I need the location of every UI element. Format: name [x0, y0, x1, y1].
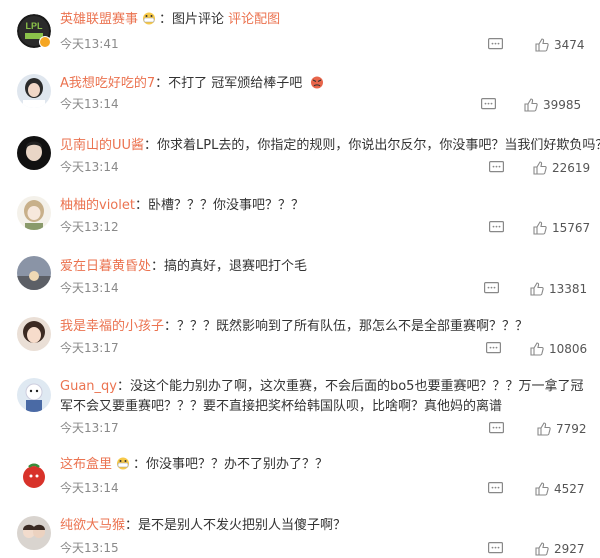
comment-time: 今天13:15	[60, 541, 119, 555]
like-count: 3474	[554, 38, 585, 52]
reply-icon[interactable]	[489, 422, 504, 435]
like-button[interactable]: 7792	[537, 421, 587, 437]
mask-emoji-badge-icon	[115, 457, 131, 470]
like-button[interactable]: 10806	[530, 341, 587, 357]
comment-time: 今天13:14	[60, 481, 119, 495]
comment-image-link[interactable]: 评论配图	[228, 12, 280, 27]
like-count: 2927	[554, 542, 585, 556]
reply-icon[interactable]	[486, 342, 501, 355]
reply-icon[interactable]	[488, 542, 503, 555]
comment-time: 今天13:17	[60, 421, 119, 435]
comment-line: A我想吃好吃的7：不打了 冠军颁给棒子吧	[60, 74, 582, 94]
svg-text:LPL: LPL	[26, 21, 44, 31]
comment-line: Guan_qy：没这个能力别办了啊，这次重赛，不会后面的bo5也要重赛吧？？？万…	[60, 377, 586, 417]
username[interactable]: 这布盒里	[60, 457, 112, 472]
comment-text: ：你求着LPL去的，你指定的规则，你说出尔反尔，你没事吧？当我们好欺负吗？	[144, 138, 600, 153]
avatar[interactable]	[17, 516, 51, 550]
username[interactable]: 爱在日暮黄昏处	[60, 259, 151, 274]
thumbs-up-icon	[535, 38, 549, 52]
username[interactable]: 英雄联盟赛事	[60, 12, 138, 27]
thumbs-up-icon	[533, 221, 547, 235]
like-count: 7792	[556, 422, 587, 436]
reply-icon[interactable]	[488, 482, 503, 495]
comment-text: ：你没事吧？？办不了别办了？？	[133, 457, 329, 472]
reply-icon[interactable]	[481, 98, 496, 111]
like-count: 22619	[552, 161, 591, 175]
like-count: 13381	[549, 282, 588, 296]
reply-icon[interactable]	[489, 161, 504, 174]
thumbs-up-icon	[535, 542, 549, 556]
thumbs-up-icon	[533, 161, 547, 175]
like-count: 15767	[552, 221, 591, 235]
username[interactable]: Guan_qy	[60, 379, 117, 394]
mask-emoji-badge-icon	[141, 12, 157, 25]
like-button[interactable]: 4527	[535, 481, 585, 497]
verified-badge-icon	[39, 36, 51, 48]
comment-time: 今天13:14	[60, 97, 119, 111]
comment-list: LPL 英雄联盟赛事 ：图片评论 评论配图 今天13:41 3474 A我想吃好吃…	[0, 0, 600, 558]
thumbs-up-icon	[530, 342, 544, 356]
comment-text: ：？？？既然影响到了所有队伍，那怎么不是全部重赛啊？？？	[164, 319, 529, 334]
comment-text: ：图片评论	[159, 12, 229, 27]
comment-time: 今天13:17	[60, 341, 119, 355]
comment-time: 今天13:14	[60, 281, 119, 295]
comment-time: 今天13:14	[60, 160, 119, 174]
comment-line: 英雄联盟赛事 ：图片评论 评论配图	[60, 10, 582, 30]
comment-line: 见南山的UU酱：你求着LPL去的，你指定的规则，你说出尔反尔，你没事吧？当我们好…	[60, 136, 600, 156]
comment-line: 这布盒里 ：你没事吧？？办不了别办了？？	[60, 455, 582, 475]
comment-line: 我是幸福的小孩子：？？？既然影响到了所有队伍，那怎么不是全部重赛啊？？？	[60, 317, 582, 337]
thumbs-up-icon	[524, 98, 538, 112]
comment-text: ：卧槽？？？你没事吧？？？	[134, 198, 304, 213]
reply-icon[interactable]	[488, 38, 503, 51]
like-button[interactable]: 2927	[535, 541, 585, 557]
avatar[interactable]	[17, 256, 51, 290]
username[interactable]: A我想吃好吃的7	[60, 76, 155, 91]
comment-line: 柚柚的violet：卧槽？？？你没事吧？？？	[60, 196, 582, 216]
like-count: 39985	[543, 98, 582, 112]
avatar[interactable]	[17, 74, 51, 108]
comment-time: 今天13:12	[60, 220, 119, 234]
like-count: 4527	[554, 482, 585, 496]
comment-text: ：搞的真好，退赛吧打个毛	[151, 259, 308, 274]
avatar[interactable]	[17, 458, 51, 492]
angry-emoji-icon	[309, 76, 325, 89]
comment-text: ：没这个能力别办了啊，这次重赛，不会后面的bo5也要重赛吧？？？万一拿了冠军不会…	[60, 379, 584, 414]
like-button[interactable]: 3474	[535, 37, 585, 53]
like-button[interactable]: 39985	[524, 97, 581, 113]
comment-text: ：不打了 冠军颁给棒子吧	[155, 76, 307, 91]
avatar[interactable]	[17, 317, 51, 351]
like-count: 10806	[549, 342, 588, 356]
username[interactable]: 我是幸福的小孩子	[60, 319, 164, 334]
comment-line: 爱在日暮黄昏处：搞的真好，退赛吧打个毛	[60, 257, 582, 277]
like-button[interactable]: 22619	[533, 160, 590, 176]
comment-text: ：是不是别人不发火把别人当傻子啊？	[125, 518, 347, 533]
avatar[interactable]	[17, 378, 51, 412]
avatar[interactable]	[17, 136, 51, 170]
like-button[interactable]: 13381	[530, 281, 587, 297]
username[interactable]: 柚柚的violet	[60, 198, 135, 213]
comment-time: 今天13:41	[60, 37, 119, 51]
avatar[interactable]	[17, 196, 51, 230]
comment-line: 纯欲大马猴：是不是别人不发火把别人当傻子啊？	[60, 516, 582, 536]
thumbs-up-icon	[530, 282, 544, 296]
reply-icon[interactable]	[489, 221, 504, 234]
thumbs-up-icon	[535, 482, 549, 496]
username[interactable]: 纯欲大马猴	[60, 518, 125, 533]
thumbs-up-icon	[537, 422, 551, 436]
username[interactable]: 见南山的UU酱	[60, 138, 144, 153]
reply-icon[interactable]	[484, 282, 499, 295]
like-button[interactable]: 15767	[533, 220, 590, 236]
